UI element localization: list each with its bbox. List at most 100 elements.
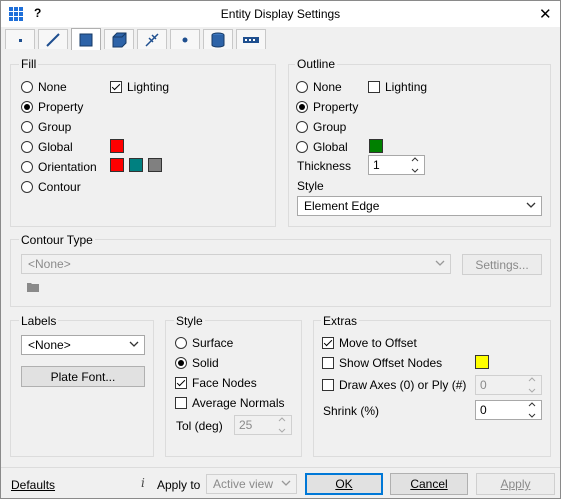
tab-point[interactable] — [5, 29, 35, 49]
tol-spinner[interactable]: 25 — [234, 415, 292, 435]
tab-line[interactable] — [38, 29, 68, 49]
outline-option-property[interactable]: Property — [296, 99, 358, 115]
spin-down-icon[interactable] — [528, 413, 536, 419]
fill-option-global[interactable]: Global — [21, 139, 73, 155]
fill-lighting-checkbox[interactable]: Lighting — [110, 79, 169, 95]
tab-solid[interactable] — [104, 29, 134, 49]
fill-orientation-color-2[interactable] — [129, 158, 143, 172]
radio-label: Contour — [38, 180, 81, 194]
tab-cylinder[interactable] — [203, 29, 233, 49]
thickness-spinner[interactable]: 1 — [368, 155, 425, 175]
tab-link[interactable] — [137, 29, 167, 49]
chevron-down-icon — [129, 341, 139, 347]
tol-label: Tol (deg) — [176, 419, 223, 433]
line-icon — [46, 32, 60, 47]
chevron-down-icon — [435, 260, 445, 266]
contour-settings-button[interactable]: Settings... — [462, 254, 542, 275]
fill-option-orientation[interactable]: Orientation — [21, 159, 97, 175]
fill-option-group[interactable]: Group — [21, 119, 71, 135]
contour-type-dropdown[interactable]: <None> — [21, 254, 451, 274]
checkbox-label: Lighting — [385, 80, 428, 94]
dotted-icon — [243, 36, 259, 43]
outline-global-color-swatch[interactable] — [369, 139, 383, 153]
labels-group-label: Labels — [19, 314, 59, 328]
folder-icon[interactable] — [26, 281, 40, 293]
chevron-down-icon — [526, 202, 536, 208]
spin-up-icon[interactable] — [528, 401, 536, 407]
checkbox-checked-icon — [110, 81, 122, 93]
outline-option-global[interactable]: Global — [296, 139, 348, 155]
radio-icon — [175, 337, 187, 349]
dropdown-value: <None> — [28, 338, 71, 352]
radio-label: Surface — [192, 336, 234, 350]
dropdown-value: <None> — [28, 257, 71, 271]
checkbox-icon — [322, 357, 334, 369]
tab-plate[interactable] — [71, 28, 101, 50]
radio-icon — [296, 81, 308, 93]
ok-button[interactable]: OK — [305, 473, 383, 495]
radio-label: Group — [38, 120, 72, 134]
chevron-down-icon — [281, 480, 291, 486]
draw-axes-spinner[interactable]: 0 — [475, 375, 542, 395]
apply-to-dropdown[interactable]: Active view — [206, 474, 297, 494]
outline-style-label: Style — [297, 179, 324, 193]
fill-orientation-color-1[interactable] — [110, 158, 124, 172]
outline-option-group[interactable]: Group — [296, 119, 346, 135]
tol-value: 25 — [239, 418, 253, 432]
node-icon — [182, 37, 188, 42]
radio-icon — [296, 141, 308, 153]
spin-down-icon[interactable] — [278, 428, 286, 434]
style-option-solid[interactable]: Solid — [175, 355, 219, 371]
radio-icon — [21, 181, 33, 193]
show-offset-nodes-checkbox[interactable]: Show Offset Nodes — [322, 355, 442, 371]
radio-label: Solid — [192, 356, 219, 370]
radio-selected-icon — [21, 101, 33, 113]
outline-style-dropdown[interactable]: Element Edge — [297, 196, 542, 216]
tab-dotted[interactable] — [236, 29, 266, 49]
apply-button[interactable]: Apply — [476, 473, 555, 495]
plate-font-button[interactable]: Plate Font... — [21, 366, 145, 387]
spin-up-icon[interactable] — [411, 156, 419, 162]
style-option-surface[interactable]: Surface — [175, 335, 233, 351]
spin-up-icon[interactable] — [528, 376, 536, 382]
dropdown-value: Element Edge — [304, 199, 380, 213]
style-group-label: Style — [174, 314, 205, 328]
offset-nodes-color-swatch[interactable] — [475, 355, 489, 369]
spin-down-icon[interactable] — [528, 388, 536, 394]
ok-button-label: OK — [335, 477, 353, 491]
draw-axes-checkbox[interactable]: Draw Axes (0) or Ply (#) — [322, 377, 466, 393]
close-button[interactable]: ✕ — [539, 5, 552, 23]
checkbox-checked-icon — [322, 337, 334, 349]
radio-label: Global — [313, 140, 348, 154]
labels-dropdown[interactable]: <None> — [21, 335, 145, 355]
average-normals-checkbox[interactable]: Average Normals — [175, 395, 284, 411]
spin-down-icon[interactable] — [411, 168, 419, 174]
radio-label: Property — [38, 100, 84, 114]
spin-up-icon[interactable] — [278, 416, 286, 422]
title-bar: ? Entity Display Settings ✕ — [1, 1, 560, 27]
apply-button-label: Apply — [500, 477, 531, 491]
shrink-spinner[interactable]: 0 — [475, 400, 542, 420]
fill-group-label: Fill — [19, 57, 39, 71]
outline-lighting-checkbox[interactable]: Lighting — [368, 79, 427, 95]
radio-selected-icon — [296, 101, 308, 113]
checkbox-label: Lighting — [127, 80, 170, 94]
fill-option-contour[interactable]: Contour — [21, 179, 81, 195]
contour-type-label: Contour Type — [19, 233, 95, 247]
window-title: Entity Display Settings — [220, 7, 341, 21]
radio-label: None — [313, 80, 342, 94]
outline-option-none[interactable]: None — [296, 79, 342, 95]
cancel-button[interactable]: Cancel — [390, 473, 468, 495]
face-nodes-checkbox[interactable]: Face Nodes — [175, 375, 257, 391]
radio-icon — [21, 121, 33, 133]
plate-icon — [79, 33, 93, 46]
move-to-offset-checkbox[interactable]: Move to Offset — [322, 335, 417, 351]
fill-global-color-swatch[interactable] — [110, 139, 124, 153]
checkbox-label: Draw Axes (0) or Ply (#) — [339, 378, 467, 392]
defaults-link[interactable]: Defaults — [11, 478, 55, 492]
shrink-value: 0 — [480, 403, 487, 417]
fill-option-property[interactable]: Property — [21, 99, 83, 115]
fill-orientation-color-3[interactable] — [148, 158, 162, 172]
tab-node[interactable] — [170, 29, 200, 49]
fill-option-none[interactable]: None — [21, 79, 67, 95]
